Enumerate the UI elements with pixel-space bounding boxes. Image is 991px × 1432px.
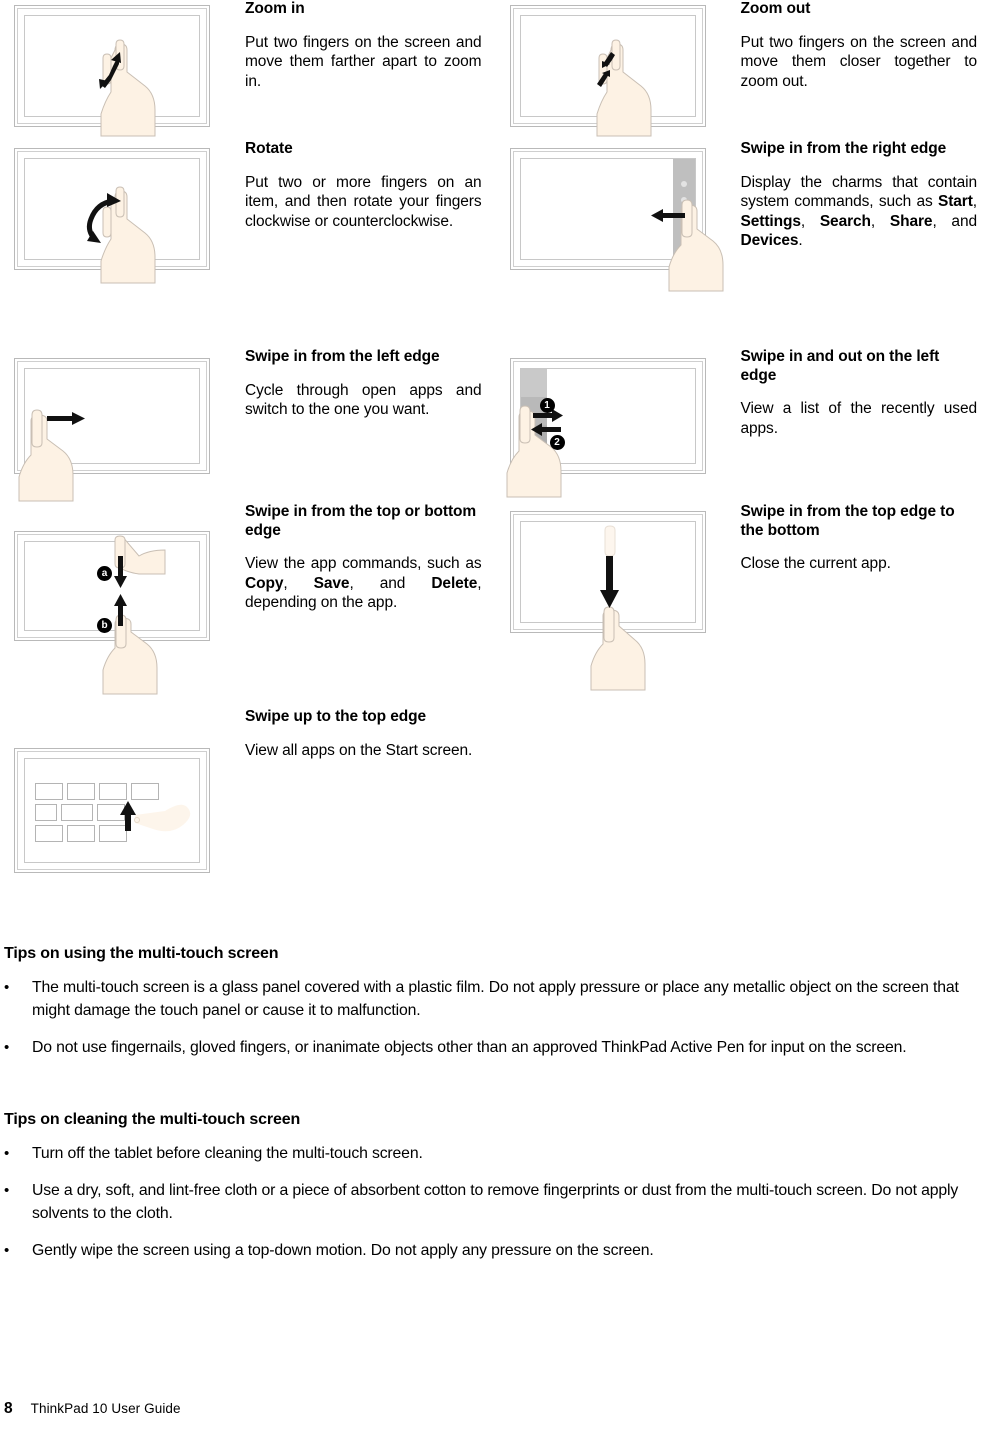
left-arrow-icon: [650, 209, 685, 222]
list-item: • Do not use fingernails, gloved fingers…: [4, 1036, 987, 1059]
list-item-text: Gently wipe the screen using a top-down …: [32, 1242, 654, 1259]
tips-using-heading: Tips on using the multi-touch screen: [4, 945, 279, 962]
page-number: 8: [4, 1400, 13, 1417]
gesture-title: Swipe in from the left edge: [245, 348, 440, 365]
bullet-icon: •: [4, 1145, 10, 1162]
in-out-arrows-icon: [530, 409, 563, 436]
tips-cleaning-heading: Tips on cleaning the multi-touch screen: [4, 1111, 301, 1128]
figure-swipe-in-out-left: 1 2: [496, 348, 741, 503]
gesture-row: a b Swipe in from the top or bottom edge…: [0, 503, 991, 708]
bullet-icon: •: [4, 979, 10, 996]
gesture-cell-swipe-top-to-bottom: Swipe in from the top edge to the bottom…: [496, 503, 991, 708]
figure-zoom-out: [496, 0, 741, 140]
list-item: • The multi-touch screen is a glass pane…: [4, 976, 987, 1022]
tips-using-section: Tips on using the multi-touch screen • T…: [4, 944, 987, 1073]
gesture-cell-swipe-left-edge: Swipe in from the left edge Cycle throug…: [0, 348, 496, 503]
gesture-cell-rotate: Rotate Put two or more fingers on an ite…: [0, 140, 496, 348]
gesture-cell-swipe-up-top-edge: Swipe up to the top edge View all apps o…: [0, 708, 496, 888]
gesture-description: Put two or more fingers on an item, and …: [245, 173, 482, 230]
gesture-cell-empty: [496, 708, 991, 888]
bullet-icon: •: [4, 1182, 10, 1199]
gesture-row: Swipe up to the top edge View all apps o…: [0, 708, 991, 888]
gesture-row: Swipe in from the left edge Cycle throug…: [0, 348, 991, 503]
gesture-cell-swipe-in-out-left: 1 2 Swipe in and out on the left edge Vi…: [496, 348, 991, 503]
list-item: • Turn off the tablet before cleaning th…: [4, 1142, 987, 1165]
gesture-table: Zoom in Put two fingers on the screen an…: [0, 0, 991, 888]
gesture-description: Display the charms that contain system c…: [740, 173, 978, 250]
down-arrow-icon: [599, 556, 619, 608]
text-rotate: Rotate Put two or more fingers on an ite…: [245, 140, 496, 348]
text-swipe-top-to-bottom: Swipe in from the top edge to the bottom…: [741, 503, 991, 708]
marker-2: 2: [549, 435, 565, 450]
text-zoom-in: Zoom in Put two fingers on the screen an…: [245, 0, 496, 140]
figure-swipe-top-bottom: a b: [0, 503, 245, 708]
bullet-icon: •: [4, 1242, 10, 1259]
tips-cleaning-section: Tips on cleaning the multi-touch screen …: [4, 1110, 987, 1276]
bullet-icon: •: [4, 1039, 10, 1056]
gesture-title: Swipe up to the top edge: [245, 708, 427, 725]
gesture-cell-swipe-top-bottom: a b Swipe in from the top or bottom edge…: [0, 503, 496, 708]
gesture-row: Zoom in Put two fingers on the screen an…: [0, 0, 991, 140]
gesture-title: Swipe in from the top edge to the bottom: [740, 503, 955, 539]
right-arrow-icon: [47, 412, 85, 425]
list-item-text: Do not use fingernails, gloved fingers, …: [32, 1039, 907, 1056]
gesture-description: Close the current app.: [740, 555, 891, 572]
hand-one-finger-icon: [18, 414, 74, 502]
list-item-text: Use a dry, soft, and lint-free cloth or …: [32, 1182, 959, 1222]
figure-swipe-left-edge: [0, 348, 245, 503]
marker-a: a: [97, 566, 112, 581]
figure-zoom-in: [0, 0, 245, 140]
figure-swipe-top-to-bottom: [496, 503, 741, 708]
text-swipe-in-out-left: Swipe in and out on the left edge View a…: [741, 348, 991, 503]
marker-1: 1: [539, 398, 555, 413]
gesture-cell-zoom-out: Zoom out Put two fingers on the screen a…: [496, 0, 991, 140]
up-arrow-icon: [120, 801, 136, 831]
gesture-title: Rotate: [245, 140, 293, 157]
gesture-description: View a list of the recently used apps.: [740, 400, 978, 437]
gesture-title: Swipe in from the top or bottom edge: [245, 503, 477, 539]
gesture-description: View all apps on the Start screen.: [245, 741, 473, 759]
text-swipe-right-edge: Swipe in from the right edge Display the…: [741, 140, 991, 348]
page-footer: 8 ThinkPad 10 User Guide: [4, 1400, 181, 1418]
gesture-title: Zoom out: [740, 0, 811, 17]
marker-b: b: [97, 618, 112, 633]
list-item-text: The multi-touch screen is a glass panel …: [32, 979, 959, 1019]
text-zoom-out: Zoom out Put two fingers on the screen a…: [741, 0, 991, 140]
list-item: • Use a dry, soft, and lint-free cloth o…: [4, 1179, 987, 1225]
gesture-cell-swipe-right-edge: Swipe in from the right edge Display the…: [496, 140, 991, 348]
gesture-description: Put two fingers on the screen and move t…: [245, 33, 482, 90]
list-item: • Gently wipe the screen using a top-dow…: [4, 1239, 987, 1262]
gesture-description: View the app commands, such as Copy, Sav…: [245, 555, 482, 611]
hand-one-finger-icon: [506, 410, 561, 498]
gesture-title: Zoom in: [245, 0, 305, 17]
text-swipe-left-edge: Swipe in from the left edge Cycle throug…: [245, 348, 496, 503]
gesture-title: Swipe in and out on the left edge: [740, 348, 940, 384]
list-item-text: Turn off the tablet before cleaning the …: [32, 1145, 423, 1162]
gesture-description: Put two fingers on the screen and move t…: [740, 33, 978, 90]
figure-rotate: [0, 140, 245, 348]
hand-one-finger-icon: [590, 609, 645, 691]
gesture-description: Cycle through open apps and switch to th…: [245, 381, 482, 419]
figure-start-screen: [0, 708, 245, 888]
gesture-cell-zoom-in: Zoom in Put two fingers on the screen an…: [0, 0, 496, 140]
gesture-title: Swipe in from the right edge: [740, 140, 947, 157]
text-swipe-up-top-edge: Swipe up to the top edge View all apps o…: [245, 708, 496, 888]
figure-swipe-right-edge: [496, 140, 741, 348]
guide-title: ThinkPad 10 User Guide: [30, 1401, 181, 1416]
gesture-row: Rotate Put two or more fingers on an ite…: [0, 140, 991, 348]
text-swipe-top-bottom: Swipe in from the top or bottom edge Vie…: [245, 503, 496, 708]
